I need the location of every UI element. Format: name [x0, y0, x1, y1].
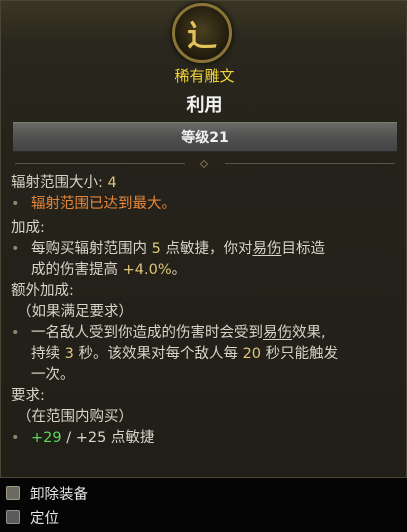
requirement-line: • +29 / +25 点敏捷 — [11, 428, 401, 449]
unequip-icon — [6, 486, 20, 500]
radius-note: 辐射范围已达到最大。 — [31, 196, 176, 212]
bonus-text: 成的伤害提高 — [31, 262, 123, 278]
vulnerable-keyword-link[interactable]: 易伤 — [252, 241, 281, 257]
bonus-amount: 5 — [151, 241, 161, 257]
unequip-label: 卸除装备 — [30, 486, 88, 503]
requirement-rest: / +25 点敏捷 — [61, 430, 155, 446]
tooltip-body: 辐射范围大小: 4 • 辐射范围已达到最大。 加成: • 每购买辐射范围内 5 … — [11, 173, 401, 449]
glyph-emblem-icon: 辶 — [172, 3, 232, 63]
radius-value: 4 — [107, 175, 117, 191]
item-rarity: 稀有雕文 — [174, 67, 235, 85]
requirement-heading: 要求: — [11, 388, 45, 404]
radius-row: 辐射范围大小: 4 — [11, 173, 401, 194]
cooldown-value: 20 — [242, 346, 262, 362]
bullet-icon: • — [11, 241, 20, 257]
bullet-icon: • — [11, 196, 20, 212]
unequip-action[interactable]: 卸除装备 — [6, 482, 88, 504]
bonus-text: 每购买辐射范围内 — [31, 241, 152, 257]
extra-bonus-condition: （如果满足要求） — [17, 304, 133, 320]
radius-note-row: • 辐射范围已达到最大。 — [11, 194, 401, 215]
bullet-icon: • — [11, 430, 20, 446]
vulnerable-keyword-link[interactable]: 易伤 — [263, 325, 292, 341]
extra-bonus-heading: 额外加成: — [11, 283, 74, 299]
extra-bonus-line: • 一名敌人受到你造成的伤害时会受到易伤效果, 持续 3 秒。该效果对每个敌人每… — [11, 323, 401, 386]
bonus-text: 目标造 — [281, 241, 325, 257]
item-level: 等级21 — [181, 130, 229, 146]
item-name: 利用 — [186, 95, 223, 116]
extra-text: 秒只能触发 — [261, 346, 339, 362]
extra-text: 一名敌人受到你造成的伤害时会受到 — [31, 325, 263, 341]
requirement-current: +29 — [31, 430, 62, 446]
bonus-text: 点敏捷，你对 — [160, 241, 253, 257]
locate-action[interactable]: 定位 — [6, 506, 59, 528]
extra-text: 持续 — [31, 346, 65, 362]
locate-label: 定位 — [30, 510, 59, 527]
requirement-condition: （在范围内购买） — [17, 409, 133, 425]
extra-text: 效果, — [292, 325, 326, 341]
locate-icon — [6, 510, 20, 524]
emblem-glyph: 辶 — [187, 19, 217, 54]
bonus-percent: +4.0% — [122, 262, 172, 278]
duration-value: 3 — [64, 346, 74, 362]
item-level-bar: 等级21 — [13, 122, 397, 152]
extra-text: 一次。 — [31, 367, 75, 383]
glyph-tooltip: 辶 稀有雕文 利用 等级21 辐射范围大小: 4 • 辐射范围已达到最大。 加成… — [0, 0, 407, 478]
bonus-line: • 每购买辐射范围内 5 点敏捷，你对易伤目标造 成的伤害提高 +4.0%。 — [11, 239, 401, 281]
extra-text: 秒。该效果对每个敌人每 — [73, 346, 243, 362]
bullet-icon: • — [11, 325, 20, 341]
section-divider — [15, 159, 395, 169]
action-bar: 卸除装备 定位 — [0, 478, 407, 532]
radius-label: 辐射范围大小: — [11, 175, 108, 191]
bonus-text: 。 — [171, 262, 187, 278]
bonus-heading: 加成: — [11, 220, 45, 236]
